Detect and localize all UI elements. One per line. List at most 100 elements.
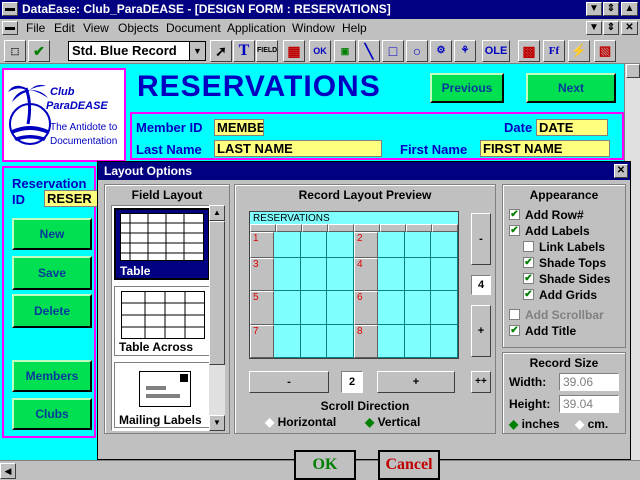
menu-help[interactable]: Help [342,21,367,35]
new-button[interactable]: New [12,218,92,250]
rows-decrease-button[interactable]: - [471,213,491,265]
checkbox-icon[interactable]: ✔ [523,257,534,269]
appearance-option-add-grids[interactable]: ✔ Add Grids [523,287,597,302]
font-tool-icon[interactable]: Ff [543,40,565,62]
appearance-option-add-row-[interactable]: ✔ Add Row# [509,207,584,222]
line-tool-icon[interactable]: ╲ [358,40,380,62]
rows-increase-button[interactable]: + [471,305,491,357]
chevron-down-icon[interactable]: ▼ [189,42,205,60]
chart-tool-icon[interactable]: ⚘ [454,40,476,62]
ok-button[interactable]: OK [294,450,356,480]
layout-list-scroll-thumb[interactable] [209,221,225,365]
scroll-down-icon[interactable]: ▼ [209,415,225,431]
scroll-vertical-option[interactable]: ◆ Vertical [365,415,420,429]
across-count-field[interactable]: 2 [341,371,363,393]
appearance-option-add-title[interactable]: ✔ Add Title [509,323,576,338]
field-layout-heading: Field Layout [131,188,203,202]
dialog-close-icon[interactable]: ✕ [614,164,628,178]
menu-document[interactable]: Document [166,21,221,35]
minimize-icon[interactable]: ▼ [586,2,602,16]
document-menu-icon[interactable]: ▬ [2,21,18,35]
rows-count-field[interactable]: 4 [471,275,491,295]
lightning-tool-icon[interactable]: ⚡ [568,40,590,62]
layout-list[interactable]: Table Table Across Mailing Labels [111,205,225,431]
radio-cm-icon[interactable]: ◆ [575,417,584,431]
cancel-button[interactable]: Cancel [378,450,440,480]
next-button[interactable]: Next [526,73,616,103]
checkbox-icon[interactable] [509,309,520,321]
checkbox-icon[interactable]: ✔ [509,209,520,221]
date-field[interactable]: DATE [536,119,608,136]
checkmark-tool-icon[interactable]: ✔ [28,40,50,62]
ok-button-tool-icon[interactable]: OK [309,40,331,62]
members-button[interactable]: Members [12,360,92,392]
doc-close-icon[interactable]: ✕ [621,21,638,35]
rectangle-tool-icon[interactable]: □ [382,40,404,62]
radio-horizontal-icon[interactable]: ◆ [265,415,274,429]
appearance-option-add-scrollbar[interactable]: Add Scrollbar [509,307,604,322]
doc-restore-icon[interactable]: ⇕ [603,21,619,35]
checkbox-icon[interactable]: ✔ [523,289,534,301]
first-name-field[interactable]: FIRST NAME [480,140,610,157]
scroll-left-icon[interactable]: ◀ [0,463,16,479]
scroll-up-arrow-icon[interactable]: ▲ [621,2,638,16]
layout-option-table-across[interactable]: Table Across [114,286,210,356]
field-tool-icon[interactable]: FIELD [256,40,278,62]
reservation-id-field[interactable]: RESER [44,190,98,207]
record-layout-preview: RESERVATIONS 1 2 3 4 5 6 7 8 [249,211,459,359]
checkbox-icon[interactable]: ✔ [509,325,520,337]
link-tool-icon[interactable]: ⚙ [430,40,452,62]
menu-application[interactable]: Application [227,21,286,35]
color-palette-icon[interactable]: ▩ [518,40,540,62]
across-increase-button[interactable]: + [377,371,455,393]
style-select[interactable]: Std. Blue Record ▼ [68,41,206,61]
ole-tool-icon[interactable]: OLE [482,40,510,62]
picture-tool-icon[interactable]: ▣ [334,40,356,62]
window-title: DataEase: Club_ParaDEASE - [DESIGN FORM … [22,2,391,16]
menu-objects[interactable]: Objects [118,21,159,35]
layout-option-table[interactable]: Table [114,208,210,280]
checkbox-icon[interactable]: ✔ [523,273,534,285]
appearance-option-shade-sides[interactable]: ✔ Shade Sides [523,271,610,286]
menu-file[interactable]: File [26,21,45,35]
window-title-bar[interactable]: ▬ DataEase: Club_ParaDEASE - [DESIGN FOR… [0,0,640,19]
table-tool-icon[interactable]: ▦ [283,40,305,62]
across-increase-more-button[interactable]: ++ [471,371,491,393]
preview-grid-cell [431,324,458,358]
save-button[interactable]: Save [12,256,92,290]
system-menu-icon[interactable]: ▬ [2,2,18,16]
member-id-field[interactable]: MEMBE [214,119,264,136]
across-decrease-button[interactable]: - [249,371,329,393]
previous-button[interactable]: Previous [430,73,504,103]
appearance-option-add-labels[interactable]: ✔ Add Labels [509,223,590,238]
doc-minimize-icon[interactable]: ▼ [586,21,602,35]
menu-edit[interactable]: Edit [54,21,75,35]
radio-vertical-icon[interactable]: ◆ [365,415,374,429]
appearance-option-shade-tops[interactable]: ✔ Shade Tops [523,255,606,270]
scroll-up-icon[interactable]: ▲ [209,205,225,221]
pointer-tool-icon[interactable]: ➚ [210,40,232,62]
select-tool-icon[interactable]: ⬚ [4,40,26,62]
layout-list-scrollbar[interactable]: ▲ ▼ [209,205,225,431]
layout-option-mailing-labels[interactable]: Mailing Labels [114,362,210,428]
appearance-option-link-labels[interactable]: Link Labels [523,239,605,254]
units-cm-option[interactable]: ◆ cm. [575,417,608,431]
scroll-horizontal-option[interactable]: ◆ Horizontal [265,415,336,429]
text-tool-icon[interactable]: T [233,40,255,62]
checkbox-icon[interactable] [523,241,534,253]
restore-icon[interactable]: ⇕ [603,2,619,16]
ellipse-tool-icon[interactable]: ○ [406,40,428,62]
clubs-button[interactable]: Clubs [12,398,92,430]
last-name-field[interactable]: LAST NAME [214,140,382,157]
units-inches-option[interactable]: ◆ inches [509,417,560,431]
height-field[interactable]: 39.04 [559,395,619,413]
checkbox-icon[interactable]: ✔ [509,225,520,237]
delete-button[interactable]: Delete [12,294,92,328]
menu-view[interactable]: View [83,21,109,35]
menu-window[interactable]: Window [292,21,335,35]
checkbox-label: Link Labels [539,239,606,254]
radio-inches-icon[interactable]: ◆ [509,417,518,431]
scroll-thumb[interactable] [626,64,640,78]
properties-tool-icon[interactable]: ▧ [594,40,616,62]
width-field[interactable]: 39.06 [559,373,619,391]
